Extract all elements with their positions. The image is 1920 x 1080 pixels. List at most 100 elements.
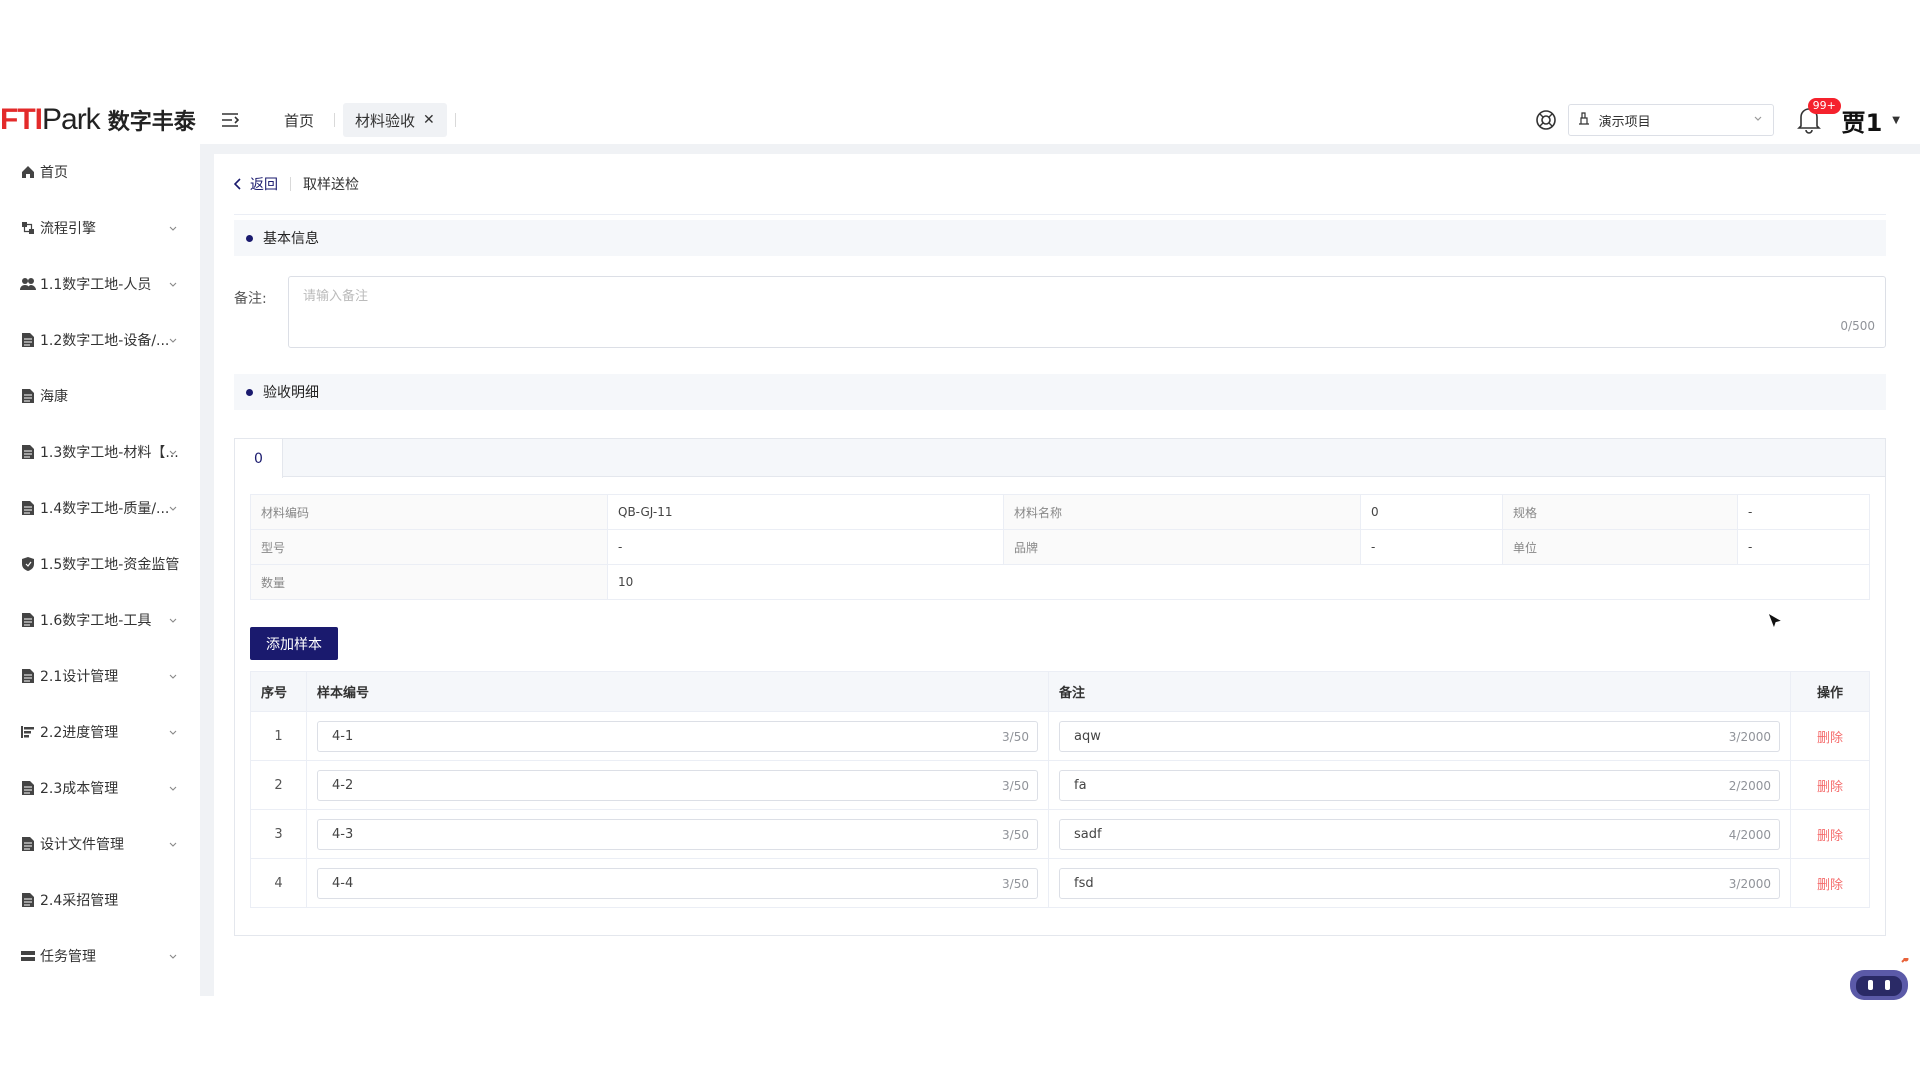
- remark-input[interactable]: fa 2/2000: [1059, 769, 1780, 801]
- caret-down-icon[interactable]: ▼: [1892, 115, 1900, 126]
- sidebar-item-tasks[interactable]: 任务管理: [0, 928, 200, 984]
- info-key: 材料名称: [1003, 494, 1361, 530]
- sidebar-item-label: 1.6数字工地-工具: [40, 613, 152, 629]
- remark-input[interactable]: aqw 3/2000: [1059, 720, 1780, 752]
- tab-home[interactable]: 首页: [272, 103, 326, 137]
- sidebar-item-people[interactable]: 1.1数字工地-人员: [0, 256, 200, 312]
- detail-panel: 0 材料编码 QB-GJ-11 材料名称 0 规格 - 型号 - 品牌 - 单位…: [234, 438, 1886, 936]
- bullet-dot: [246, 234, 253, 242]
- sidebar-item-progress[interactable]: 2.2进度管理: [0, 704, 200, 760]
- sample-code-input[interactable]: 4-4 3/50: [317, 867, 1038, 899]
- user-name[interactable]: 贾1: [1842, 103, 1883, 138]
- sidebar-item-home[interactable]: 首页: [0, 144, 200, 200]
- help-icon[interactable]: [1534, 108, 1558, 132]
- info-row: 型号 - 品牌 - 单位 -: [250, 529, 1870, 565]
- sidebar-item-tools[interactable]: 1.6数字工地-工具: [0, 592, 200, 648]
- sidebar-item-equipment[interactable]: 1.2数字工地-设备/...: [0, 312, 200, 368]
- input-value: 4-1: [332, 728, 354, 744]
- section-acceptance-detail: 验收明细: [234, 374, 1886, 410]
- bell-icon: [1796, 108, 1822, 138]
- row-index: 4: [250, 858, 307, 908]
- remark-input[interactable]: sadf 4/2000: [1059, 818, 1780, 850]
- material-info-table: 材料编码 QB-GJ-11 材料名称 0 规格 - 型号 - 品牌 - 单位 -: [250, 494, 1870, 600]
- content-card: 返回 取样送检 基本信息 备注: 请输入备注 0/500 验收明细 0 材料编码…: [214, 154, 1920, 996]
- char-count: 3/50: [1002, 827, 1029, 842]
- chevron-down-icon: [168, 278, 178, 294]
- doc-icon: [20, 388, 36, 404]
- close-icon[interactable]: ✕: [423, 112, 435, 128]
- logo: FTIPark 数字丰泰: [0, 96, 200, 144]
- sample-code-cell: 4-1 3/50: [306, 711, 1049, 761]
- sidebar-item-label: 任务管理: [40, 949, 96, 965]
- remark-input[interactable]: fsd 3/2000: [1059, 867, 1780, 899]
- project-icon: [1577, 111, 1591, 129]
- remark-count: 0/500: [1840, 319, 1875, 333]
- tab-detail-0[interactable]: 0: [235, 439, 283, 478]
- row-index: 2: [250, 760, 307, 810]
- input-value: 4-2: [332, 777, 354, 793]
- delete-button[interactable]: 删除: [1790, 858, 1870, 908]
- assistant-robot-icon[interactable]: [1846, 956, 1912, 1004]
- back-button[interactable]: 返回: [234, 174, 278, 194]
- column-header: 备注: [1048, 671, 1791, 712]
- mouse-cursor-icon: [1766, 611, 1784, 636]
- menu-toggle-icon[interactable]: [218, 108, 242, 132]
- sidebar-item-quality[interactable]: 1.4数字工地-质量/...: [0, 480, 200, 536]
- sample-code-cell: 4-2 3/50: [306, 760, 1049, 810]
- logo-text: FTI: [0, 103, 43, 136]
- input-value: aqw: [1074, 728, 1101, 744]
- info-key: 规格: [1502, 494, 1738, 530]
- chevron-down-icon: [168, 950, 178, 966]
- chevron-left-icon: [234, 178, 242, 190]
- sidebar-item-hikvision[interactable]: 海康: [0, 368, 200, 424]
- input-value: 4-4: [332, 875, 354, 891]
- column-header: 样本编号: [306, 671, 1049, 712]
- breadcrumb: 返回 取样送检: [234, 166, 359, 202]
- doc-icon: [20, 332, 36, 348]
- sample-code-input[interactable]: 4-1 3/50: [317, 720, 1038, 752]
- notification-button[interactable]: 99+: [1796, 98, 1841, 138]
- info-value: -: [1360, 529, 1503, 565]
- input-value: fa: [1074, 777, 1087, 793]
- sidebar-item-flow-engine[interactable]: 流程引擎: [0, 200, 200, 256]
- sidebar-item-label: 1.1数字工地-人员: [40, 277, 152, 293]
- app-window: FTIPark 数字丰泰 首页 材料验收 ✕ 演示项目 99+ 贾1 ▼ 首页 …: [0, 96, 1920, 996]
- info-value: QB-GJ-11: [607, 494, 1004, 530]
- doc-icon: [20, 612, 36, 628]
- delete-button[interactable]: 删除: [1790, 760, 1870, 810]
- input-value: 4-3: [332, 826, 354, 842]
- project-select[interactable]: 演示项目: [1567, 104, 1774, 136]
- char-count: 3/50: [1002, 778, 1029, 793]
- sidebar-item-label: 设计文件管理: [40, 837, 124, 853]
- char-count: 3/2000: [1728, 876, 1771, 891]
- info-value: 0: [1360, 494, 1503, 530]
- sample-code-input[interactable]: 4-2 3/50: [317, 769, 1038, 801]
- chevron-down-icon: [168, 334, 178, 350]
- remark-textarea[interactable]: 请输入备注 0/500: [288, 276, 1886, 348]
- chevron-down-icon: [168, 614, 178, 630]
- table-row: 4 4-4 3/50 fsd 3/2000 删除: [250, 858, 1870, 908]
- sidebar-item-label: 1.2数字工地-设备/...: [40, 333, 170, 349]
- logo-park: Park: [42, 103, 101, 136]
- char-count: 2/2000: [1728, 778, 1771, 793]
- sidebar-item-procurement[interactable]: 2.4采招管理: [0, 872, 200, 928]
- sidebar-item-material[interactable]: 1.3数字工地-材料【...: [0, 424, 200, 480]
- section-basic-info: 基本信息: [234, 220, 1886, 256]
- breadcrumb-divider: [290, 177, 291, 191]
- chevron-down-icon: [168, 670, 178, 686]
- char-count: 3/50: [1002, 876, 1029, 891]
- sidebar-item-label: 2.3成本管理: [40, 781, 119, 797]
- header-divider: [234, 214, 1886, 215]
- tab-material-acceptance[interactable]: 材料验收 ✕: [343, 103, 447, 137]
- sidebar-item-cost[interactable]: 2.3成本管理: [0, 760, 200, 816]
- remark-cell: sadf 4/2000: [1048, 809, 1791, 859]
- add-sample-button[interactable]: 添加样本: [250, 627, 338, 660]
- info-key: 材料编码: [250, 494, 608, 530]
- sidebar-item-funds[interactable]: 1.5数字工地-资金监管: [0, 536, 200, 592]
- sidebar-item-design[interactable]: 2.1设计管理: [0, 648, 200, 704]
- delete-button[interactable]: 删除: [1790, 809, 1870, 859]
- sample-code-input[interactable]: 4-3 3/50: [317, 818, 1038, 850]
- delete-button[interactable]: 删除: [1790, 711, 1870, 761]
- tab-detail-label: 0: [254, 450, 263, 467]
- sidebar-item-design-files[interactable]: 设计文件管理: [0, 816, 200, 872]
